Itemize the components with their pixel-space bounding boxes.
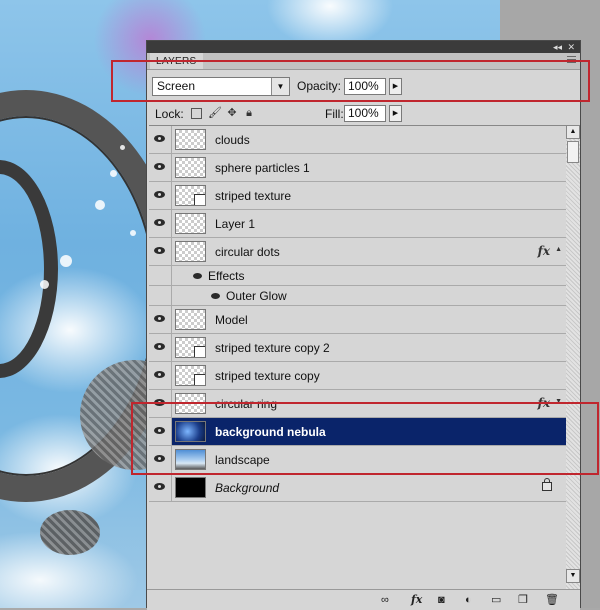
visibility-toggle[interactable] [149,126,172,153]
lock-pixels-icon[interactable]: 🖌 [208,107,222,119]
small-striped-sphere [40,510,100,555]
eye-icon [154,247,165,254]
layer-row-model[interactable]: Model [149,306,566,334]
visibility-toggle[interactable] [149,474,172,501]
particle [110,170,117,177]
visibility-toggle[interactable] [149,306,172,333]
highlight-blend-opacity [111,60,590,102]
layer-thumbnail [175,309,206,330]
layer-thumbnail [175,241,206,262]
fx-icon[interactable]: fx [411,594,422,606]
scroll-thumb[interactable] [567,141,579,163]
layer-name: Model [215,313,248,327]
lock-position-icon[interactable]: ✥ [226,107,238,119]
smart-object-thumbnail [175,185,206,206]
layer-list: clouds sphere particles 1 striped textur… [149,125,566,604]
visibility-toggle[interactable] [149,266,172,285]
visibility-toggle[interactable] [149,154,172,181]
layer-name: circular dots [215,245,280,259]
eye-icon[interactable] [211,293,220,299]
particle [95,200,105,210]
layers-panel: ◂◂ ✕ LAYERS Screen ▼ Opacity: 100% ▶ Loc… [146,40,581,610]
visibility-toggle[interactable] [149,334,172,361]
eye-icon [154,371,165,378]
layer-name: sphere particles 1 [215,161,310,175]
particle [60,255,72,267]
particle [120,145,125,150]
lock-icon [542,478,552,491]
eye-icon[interactable] [193,273,202,279]
layer-list-scrollbar[interactable]: ▲ ▼ [566,125,580,603]
eye-icon [154,483,165,490]
fill-slider-button[interactable]: ▶ [389,105,402,122]
visibility-toggle[interactable] [149,362,172,389]
panel-footer: ∞ fx ◙ ◐ ▭ ❐ 🗑︎ [147,589,580,610]
layer-row-sphere-particles[interactable]: sphere particles 1 [149,154,566,182]
layer-row-striped-texture-copy[interactable]: striped texture copy [149,362,566,390]
layer-name: striped texture copy 2 [215,341,330,355]
layer-thumbnail [175,477,206,498]
highlight-selected-layers [131,402,599,475]
particle [40,280,49,289]
layer-row-striped-texture-copy-2[interactable]: striped texture copy 2 [149,334,566,362]
visibility-toggle[interactable] [149,210,172,237]
layer-name: striped texture [215,189,292,203]
visibility-toggle[interactable] [149,286,172,305]
outer-glow-row[interactable]: Outer Glow [149,286,566,306]
collapse-icon[interactable]: ◂◂ [553,42,562,52]
scroll-up-button[interactable]: ▲ [566,125,580,139]
scroll-down-button[interactable]: ▼ [566,569,580,583]
eye-icon [154,163,165,170]
eye-icon [154,219,165,226]
layer-name: Layer 1 [215,217,256,231]
layer-thumbnail [175,213,206,234]
close-icon[interactable]: ✕ [567,42,575,52]
fill-input[interactable]: 100% [344,105,386,122]
particle [130,230,136,236]
fill-label: Fill: [325,107,344,121]
layer-row-striped-texture[interactable]: striped texture [149,182,566,210]
smart-object-thumbnail [175,365,206,386]
lock-transparent-icon[interactable] [191,108,202,119]
trash-icon[interactable]: 🗑︎ [545,594,559,606]
folder-icon[interactable]: ▭ [491,594,501,606]
effects-row[interactable]: Effects [149,266,566,286]
expand-effects-icon[interactable]: ▲ [555,246,562,253]
layer-name: Background [215,481,280,495]
layer-row-circular-dots[interactable]: circular dots fx ▲ [149,238,566,266]
fx-icon[interactable]: fx [538,244,550,258]
layer-thumbnail [175,129,206,150]
link-icon[interactable]: ∞ [381,594,389,606]
visibility-toggle[interactable] [149,182,172,209]
panel-title-bar[interactable]: ◂◂ ✕ [147,41,580,53]
eye-icon [154,191,165,198]
layer-thumbnail [175,157,206,178]
layer-name: clouds [215,133,250,147]
new-layer-icon[interactable]: ❐ [518,594,528,606]
visibility-toggle[interactable] [149,238,172,265]
layer-name: striped texture copy [215,369,320,383]
layer-row-clouds[interactable]: clouds [149,126,566,154]
lock-label: Lock: [155,107,184,121]
eye-icon [154,343,165,350]
layer-row-background[interactable]: Background [149,474,566,502]
effects-label: Effects [208,269,245,283]
lock-all-icon[interactable]: 🔒︎ [243,107,255,119]
adjustment-icon[interactable]: ◐ [465,594,472,606]
mask-icon[interactable]: ◙ [438,594,445,606]
outer-glow-label: Outer Glow [226,289,287,303]
eye-icon [154,135,165,142]
smart-object-thumbnail [175,337,206,358]
eye-icon [154,315,165,322]
layer-row-layer-1[interactable]: Layer 1 [149,210,566,238]
